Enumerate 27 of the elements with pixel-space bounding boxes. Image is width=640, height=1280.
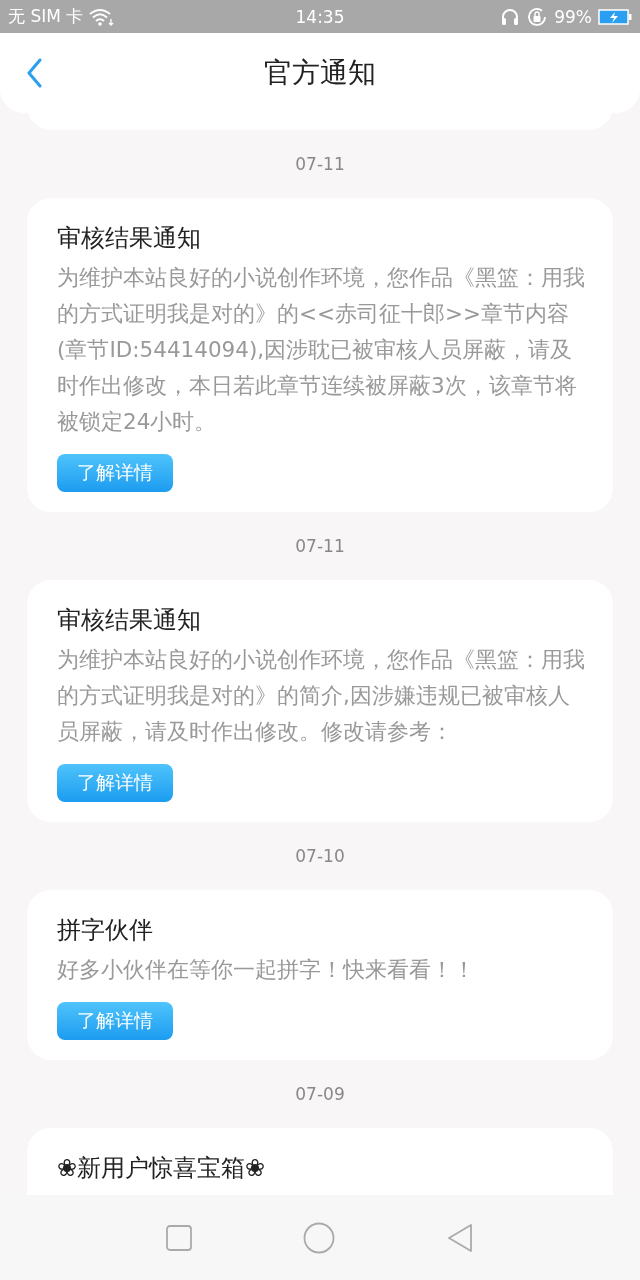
recent-apps-icon[interactable] — [165, 1224, 192, 1251]
notification-title: 审核结果通知 — [57, 223, 202, 254]
date-label: 07-09 — [295, 1083, 345, 1106]
date-label: 07-10 — [295, 845, 345, 868]
notification-text: 好多小伙伴在等你一起拼字！快来看看！！ — [57, 956, 476, 984]
back-nav-icon[interactable] — [446, 1222, 475, 1253]
notification-text: 为维护本站良好的小说创作环境，您作品《黑篮：用我的方式证明我是对的》的简介,因涉嫌违规已被审核人员屏蔽，请及时作出修改。修改请参考： — [57, 646, 585, 746]
notification-card[interactable]: ❀新用户惊喜宝箱❀ — [27, 1128, 613, 1195]
battery-text: 99% — [554, 6, 592, 27]
notification-text: 为维护本站良好的小说创作环境，您作品《黑篮：用我的方式证明我是对的》的<<赤司征十郎>>章节内容(章节ID:54414094),因涉耽已被审核人员屏蔽，请及时作出修改，本日若此章节连续被屏蔽3次，该章节将被锁定24小时。 — [57, 264, 585, 436]
battery-charging-icon — [598, 8, 632, 25]
back-icon[interactable] — [26, 58, 42, 88]
carrier-text: 无 SIM 卡 — [8, 5, 84, 28]
wifi-icon — [89, 7, 116, 26]
notification-card[interactable]: 审核结果通知 为维护本站良好的小说创作环境，您作品《黑篮：用我的方式证明我是对的》的<<赤司征十郎>>章节内容(章节ID:54414094),因涉耽已被审核人员屏蔽，请及时作出修改，本日若此章节连续被屏蔽3次，该章节将被锁定24小时。 了解详情 — [27, 198, 613, 512]
rotation-lock-icon — [526, 5, 549, 28]
headphones-icon — [500, 6, 521, 27]
notification-title: ❀新用户惊喜宝箱❀ — [57, 1153, 267, 1184]
notification-title: 拼字伙伴 — [57, 915, 154, 946]
home-icon[interactable] — [303, 1221, 335, 1254]
clock-text: 14:35 — [295, 6, 345, 27]
notification-card[interactable]: 审核结果通知 为维护本站良好的小说创作环境，您作品《黑篮：用我的方式证明我是对的》的简介,因涉嫌违规已被审核人员屏蔽，请及时作出修改。修改请参考： 了解详情 — [27, 580, 613, 822]
date-label: 07-11 — [295, 153, 345, 176]
notification-title: 审核结果通知 — [57, 605, 202, 636]
notification-card[interactable]: 拼字伙伴 好多小伙伴在等你一起拼字！快来看看！！ 了解详情 — [27, 890, 613, 1060]
date-label: 07-11 — [295, 535, 345, 558]
page-title: 官方通知 — [264, 55, 376, 91]
